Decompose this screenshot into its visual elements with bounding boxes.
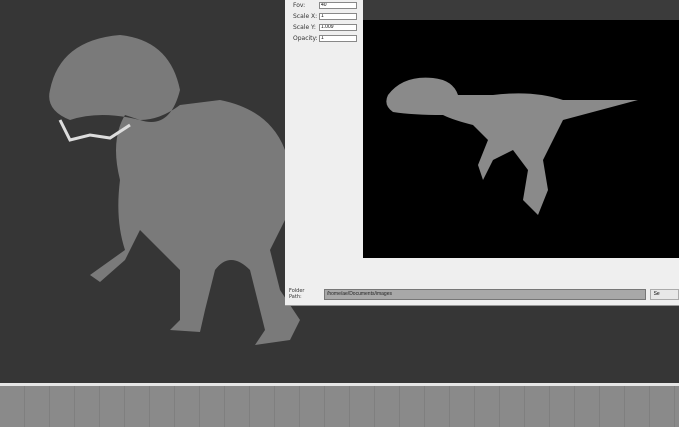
render-preview — [363, 20, 679, 258]
scale-x-input[interactable] — [319, 12, 357, 20]
timeline-bar[interactable] — [0, 386, 679, 427]
camera-dialog: Fov: Scale X: Scale Y: Opacity: Folder P… — [285, 0, 679, 306]
fov-row: Fov: — [293, 1, 357, 9]
scale-y-row: Scale Y: — [293, 23, 357, 31]
scale-y-label: Scale Y: — [293, 23, 316, 31]
scale-y-input[interactable] — [319, 23, 357, 31]
trex-preview — [386, 77, 638, 215]
fov-input[interactable] — [319, 1, 357, 9]
opacity-label: Opacity: — [293, 34, 318, 42]
scale-x-row: Scale X: — [293, 12, 357, 20]
select-folder-button[interactable]: Se — [649, 288, 679, 300]
opacity-row: Opacity: — [293, 34, 357, 42]
scale-x-label: Scale X: — [293, 12, 318, 20]
fov-label: Fov: — [293, 1, 306, 9]
folder-path-input[interactable] — [323, 288, 646, 300]
folder-path-row: Folder Path: Se — [289, 288, 679, 300]
folder-path-label: Folder Path: — [289, 288, 305, 300]
opacity-input[interactable] — [319, 34, 357, 42]
preview-header — [363, 0, 679, 20]
